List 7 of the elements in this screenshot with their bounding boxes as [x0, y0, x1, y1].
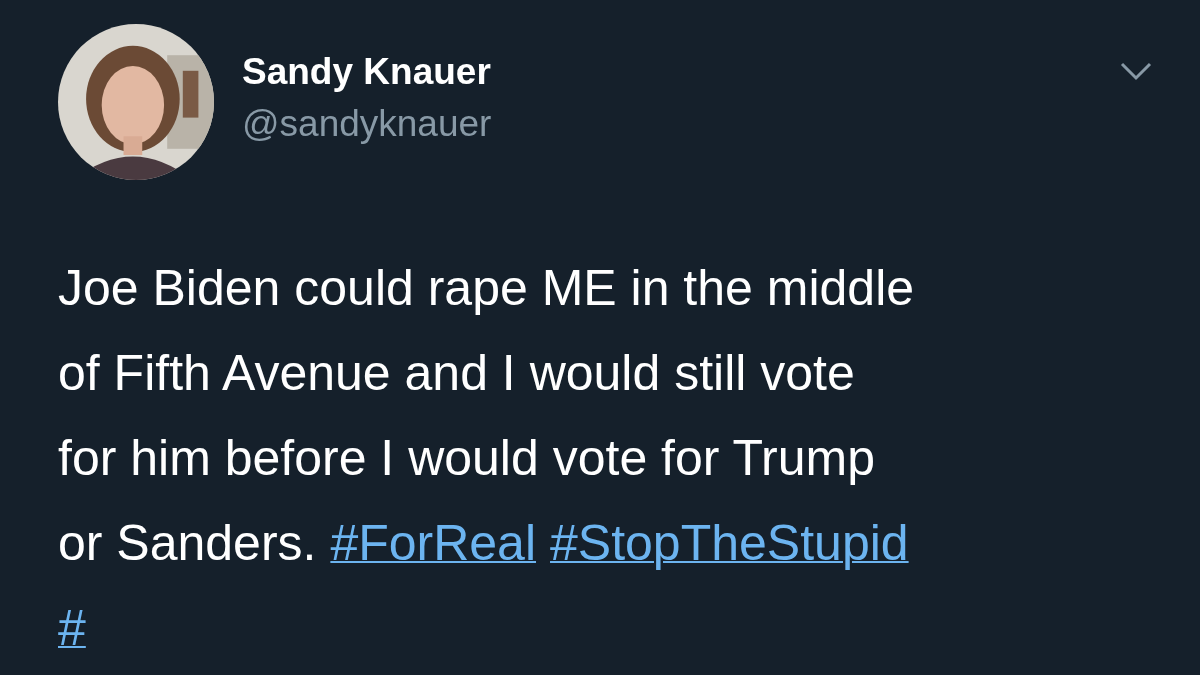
hashtag-link[interactable]: #ForReal [330, 515, 536, 571]
tweet-text: Joe Biden could rape ME in the middle of Fifth Avenue and I would still vote for him before I would vote for Trump or Sanders. #ForReal #StopTheStupid # [58, 259, 916, 658]
author-name: Sandy Knauer [242, 50, 492, 94]
chevron-icon [1120, 62, 1152, 82]
author-handle: @sandyknauer [242, 102, 493, 146]
hashtag-link[interactable]: # [58, 600, 86, 656]
hashtag-link[interactable]: #StopTheStupid [550, 515, 909, 571]
